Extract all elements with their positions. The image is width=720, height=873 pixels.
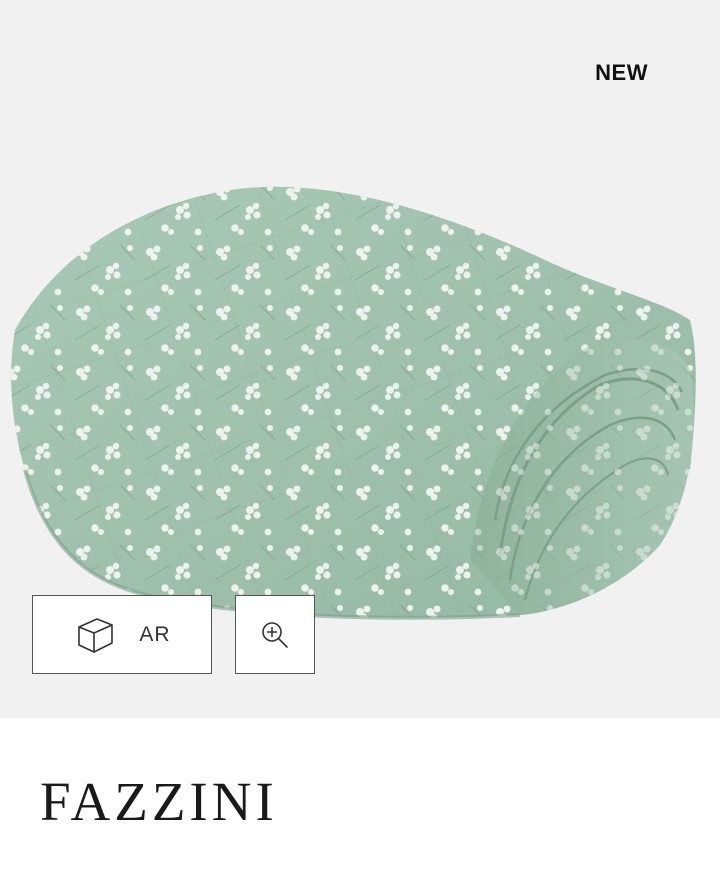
zoom-in-icon (260, 620, 290, 650)
zoom-button[interactable] (235, 595, 315, 674)
brand-footer: FAZZINI (0, 718, 720, 873)
new-badge: NEW (595, 60, 648, 85)
ar-view-button[interactable]: AR (32, 595, 212, 674)
cube-icon (73, 613, 117, 657)
brand-logo[interactable]: FAZZINI (40, 774, 278, 829)
ar-button-label: AR (139, 622, 171, 646)
product-gallery: NEW AR (0, 0, 720, 718)
